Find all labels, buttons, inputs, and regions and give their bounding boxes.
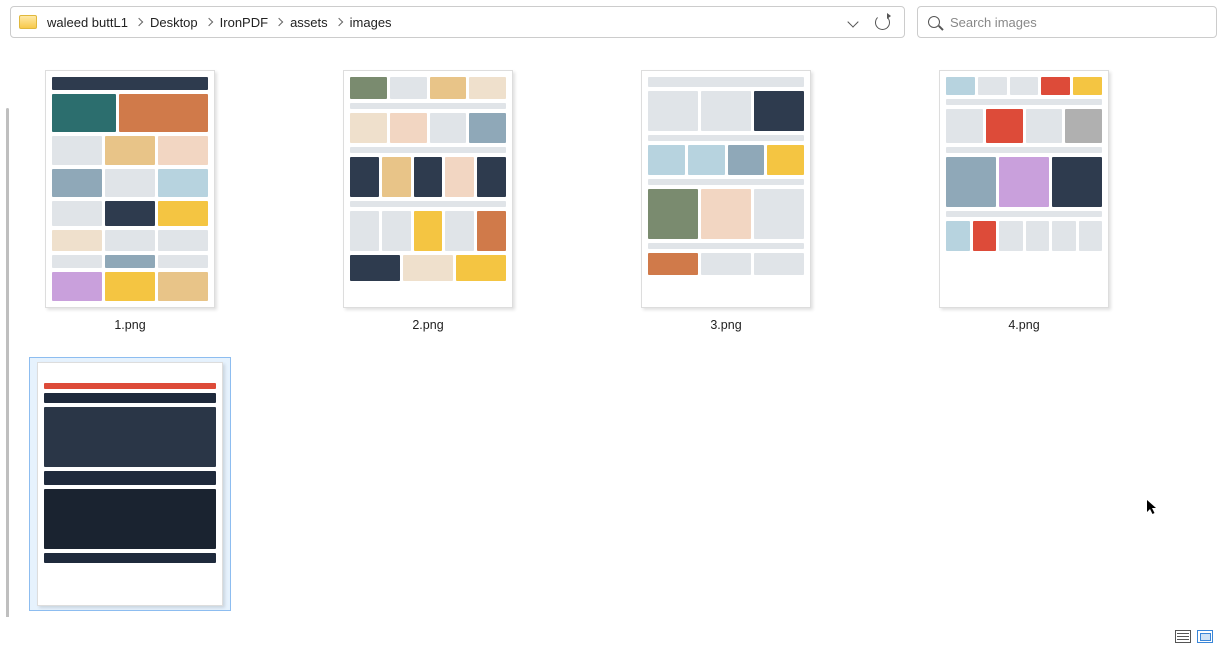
file-item[interactable]: 3.png [626, 66, 826, 332]
thumbnail-frame [924, 66, 1124, 312]
breadcrumb-segment[interactable]: images [350, 15, 392, 30]
cursor-icon [1147, 500, 1159, 516]
search-input[interactable] [950, 15, 1206, 30]
address-bar[interactable]: waleed buttL1 Desktop IronPDF assets ima… [10, 6, 905, 38]
breadcrumb-segment[interactable]: IronPDF [220, 15, 268, 30]
chevron-right-icon [135, 18, 143, 26]
file-item[interactable]: 4.png [924, 66, 1124, 332]
file-name: 5.png [114, 616, 145, 617]
chevron-right-icon [204, 18, 212, 26]
search-icon [928, 16, 940, 28]
thumbnail [37, 362, 223, 606]
search-box[interactable] [917, 6, 1217, 38]
file-name: 3.png [710, 318, 741, 332]
thumbnail [641, 70, 811, 308]
scrollbar[interactable] [6, 108, 9, 617]
thumbnail [343, 70, 513, 308]
file-name: 2.png [412, 318, 443, 332]
refresh-icon[interactable] [875, 15, 890, 30]
breadcrumb-segment[interactable]: Desktop [150, 15, 198, 30]
breadcrumb-segment[interactable]: assets [290, 15, 328, 30]
view-mode-switch [1175, 630, 1213, 643]
breadcrumb: waleed buttL1 Desktop IronPDF assets ima… [47, 15, 392, 30]
file-grid: 1.png 2.png [30, 66, 1200, 617]
history-dropdown-icon[interactable] [847, 16, 858, 27]
chevron-right-icon [334, 18, 342, 26]
file-item[interactable]: 1.png [30, 66, 230, 332]
file-name: 1.png [114, 318, 145, 332]
toolbar: waleed buttL1 Desktop IronPDF assets ima… [0, 0, 1227, 44]
file-item[interactable]: 5.png [30, 358, 230, 617]
breadcrumb-segment[interactable]: waleed buttL1 [47, 15, 128, 30]
chevron-right-icon [275, 18, 283, 26]
content-area[interactable]: 1.png 2.png [0, 44, 1227, 617]
thumbnail [45, 70, 215, 308]
thumbnail-frame [626, 66, 826, 312]
thumbnail-frame [30, 66, 230, 312]
details-view-button[interactable] [1175, 630, 1191, 643]
thumbnail [939, 70, 1109, 308]
file-item[interactable]: 2.png [328, 66, 528, 332]
file-name: 4.png [1008, 318, 1039, 332]
thumbnail-frame [30, 358, 230, 610]
folder-icon [19, 15, 37, 29]
thumbnail-frame [328, 66, 528, 312]
thumbnails-view-button[interactable] [1197, 630, 1213, 643]
